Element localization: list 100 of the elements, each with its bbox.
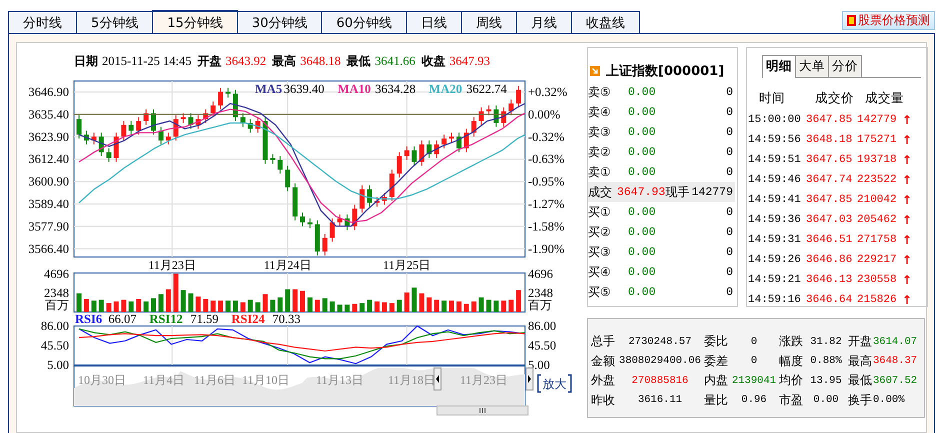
trade-price: 3647.93 (617, 186, 666, 198)
trade-volume: 142779 (692, 186, 733, 198)
detail-tab[interactable]: 分价 (828, 55, 862, 77)
order-price: 0.00 (628, 226, 657, 238)
order-volume: 0 (726, 286, 733, 298)
trade-time: 14:59:46 (748, 174, 802, 186)
volume-bar (173, 274, 178, 312)
date-label: 11月24日 (264, 258, 312, 272)
stat-label: 涨跌 (779, 333, 804, 350)
info-value: 3641.66 (374, 54, 416, 68)
stat-label: 总手 (591, 333, 616, 350)
order-level-label: 卖① (588, 164, 612, 180)
stat-label: 幅度 (779, 352, 804, 370)
arrow-icon (590, 66, 600, 76)
stat-label: 量比 (704, 392, 729, 409)
range-handle[interactable] (434, 368, 442, 390)
volume-bar (464, 304, 469, 312)
chart-tab[interactable]: 收盘线 (570, 11, 640, 33)
navigator-date-label: 11月10日 (242, 373, 290, 387)
volume-bar (344, 304, 350, 312)
stat-label: 开盘 (848, 333, 873, 350)
volume-bar (426, 297, 432, 312)
candlestick (449, 132, 454, 143)
candlestick (218, 87, 224, 110)
stat-label: 委差 (704, 352, 729, 370)
detail-tab[interactable]: 明细 (762, 55, 796, 78)
volume-tick: 2348 (44, 286, 69, 300)
chart-tab[interactable]: 30分钟线 (236, 11, 322, 33)
volume-bar (314, 300, 320, 312)
scrollbar-thumb[interactable] (436, 406, 528, 416)
trade-time: 14:59:16 (748, 294, 802, 306)
trade-volume: 230558 (857, 274, 898, 286)
chart-tab[interactable]: 分时线 (8, 11, 77, 33)
volume-bar (442, 300, 447, 312)
range-handle[interactable] (526, 368, 534, 390)
info-label: 最高 (272, 52, 296, 70)
candlestick (270, 154, 276, 164)
zoom-in-button[interactable]: 放大 (537, 374, 572, 393)
trade-price: 3648.18 (806, 134, 854, 146)
candlestick (173, 114, 178, 141)
candlestick (337, 214, 342, 227)
trade-price: 3647.03 (806, 214, 854, 226)
candlestick (210, 101, 216, 118)
price-tick: 3577.90 (28, 219, 69, 234)
candlestick (344, 214, 350, 231)
order-volume: 0 (726, 86, 733, 98)
candlestick (255, 116, 260, 134)
stat-value: 0 (750, 355, 758, 368)
candlestick (442, 134, 447, 149)
trade-time: 14:59:41 (748, 194, 802, 206)
rsi-legend-value: 66.07 (108, 312, 137, 326)
price-tick: 3635.40 (28, 107, 69, 122)
volume-bar (352, 304, 358, 312)
detail-tab[interactable]: 大单 (795, 55, 829, 77)
forecast-button[interactable]: 股票价格预测 (842, 11, 935, 30)
candlestick (98, 132, 104, 157)
volume-bar (494, 300, 499, 312)
candlestick (486, 104, 492, 116)
trade-price: 3647.65 (806, 154, 854, 166)
stat-label: 最低 (848, 372, 873, 390)
trade-volume: 205462 (857, 214, 898, 226)
stat-value: 31.82 (809, 336, 843, 348)
order-volume: 0 (726, 126, 733, 138)
rsi-tick: 45.50 (528, 338, 556, 352)
chart-tab[interactable]: 15分钟线 (152, 10, 238, 33)
info-label: 日期 (74, 52, 98, 70)
navigator-date-label: 11月13日 (316, 373, 364, 387)
volume-bar (508, 300, 514, 312)
candlestick (292, 182, 298, 221)
volume-bar (367, 300, 372, 312)
rsi-tick: 86.00 (40, 319, 69, 333)
stat-value: 270885816 (630, 374, 690, 387)
order-volume: 0 (726, 226, 733, 238)
trade-time: 14:59:56 (748, 134, 802, 146)
chart-tab[interactable]: 60分钟线 (321, 11, 407, 33)
chart-tab[interactable]: 月线 (516, 11, 572, 33)
ma-legend-name: MA10 (338, 82, 371, 96)
order-price: 0.00 (628, 106, 657, 118)
stat-value: 0.00% (873, 394, 906, 406)
price-tick: 3612.40 (28, 152, 69, 166)
trade-time: 14:59:26 (748, 254, 802, 266)
trade-time: 15:00:00 (748, 114, 802, 126)
order-level-label: 买④ (588, 264, 612, 280)
volume-tick: 4696 (44, 266, 69, 281)
order-price: 0.00 (628, 246, 657, 258)
candlestick (166, 132, 171, 145)
candlestick (262, 116, 268, 164)
candlestick (158, 126, 164, 145)
chart-tab[interactable]: 周线 (460, 11, 517, 33)
chart-tab[interactable]: 5分钟线 (76, 11, 154, 33)
trade-price: 3647.85 (806, 194, 854, 206)
candlestick (434, 140, 440, 159)
chart-tab[interactable]: 日线 (406, 11, 462, 33)
volume-bar (278, 297, 283, 312)
up-arrow: ↑ (902, 293, 910, 307)
candlestick (91, 132, 96, 145)
price-tick: 3589.40 (28, 197, 69, 211)
stat-value: 3616.11 (636, 394, 684, 406)
stat-label: 外盘 (591, 372, 616, 390)
volume-bar (262, 294, 268, 312)
